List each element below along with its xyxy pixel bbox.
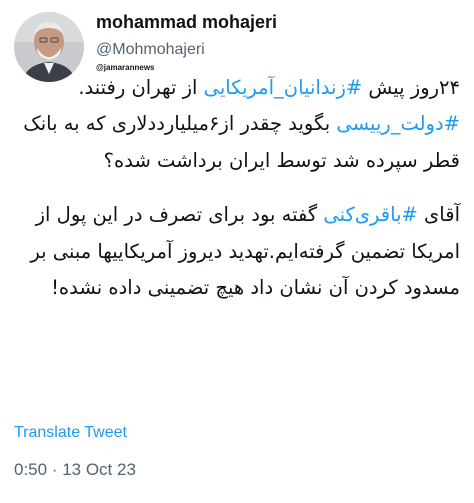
tweet-paragraph-2: آقای #باقری‌کنی گفته بود برای تصرف در ای… [14,197,460,306]
hashtag-link[interactable]: #زندانیان_آمریکایی [204,76,363,99]
meta-separator: · [47,460,63,479]
tweet-timestamp[interactable]: 0:50 · 13 Oct 23 [14,460,136,480]
translate-tweet-link[interactable]: Translate Tweet [14,424,127,442]
tweet-text-segment: ۲۴روز پیش [362,76,460,99]
tweet-text-segment: آقای [417,203,460,227]
tweet-paragraph-1: ۲۴روز پیش #زندانیان_آمریکایی از تهران رف… [14,70,460,179]
tweet-date: 13 Oct 23 [62,460,136,479]
hashtag-link[interactable]: #باقری‌کنی [323,203,417,226]
tweet-text: ۲۴روز پیش #زندانیان_آمریکایی از تهران رف… [14,70,460,306]
tweet-text-segment: از تهران رفتند. [78,76,204,99]
tweet-card: mohammad mohajeri @Mohmohajeri @jamarann… [0,0,474,503]
tweet-time: 0:50 [14,460,48,479]
author-handle[interactable]: @Mohmohajeri [96,41,205,59]
hashtag-link[interactable]: #دولت_رییسی [336,112,460,135]
author-name[interactable]: mohammad mohajeri [96,12,277,33]
